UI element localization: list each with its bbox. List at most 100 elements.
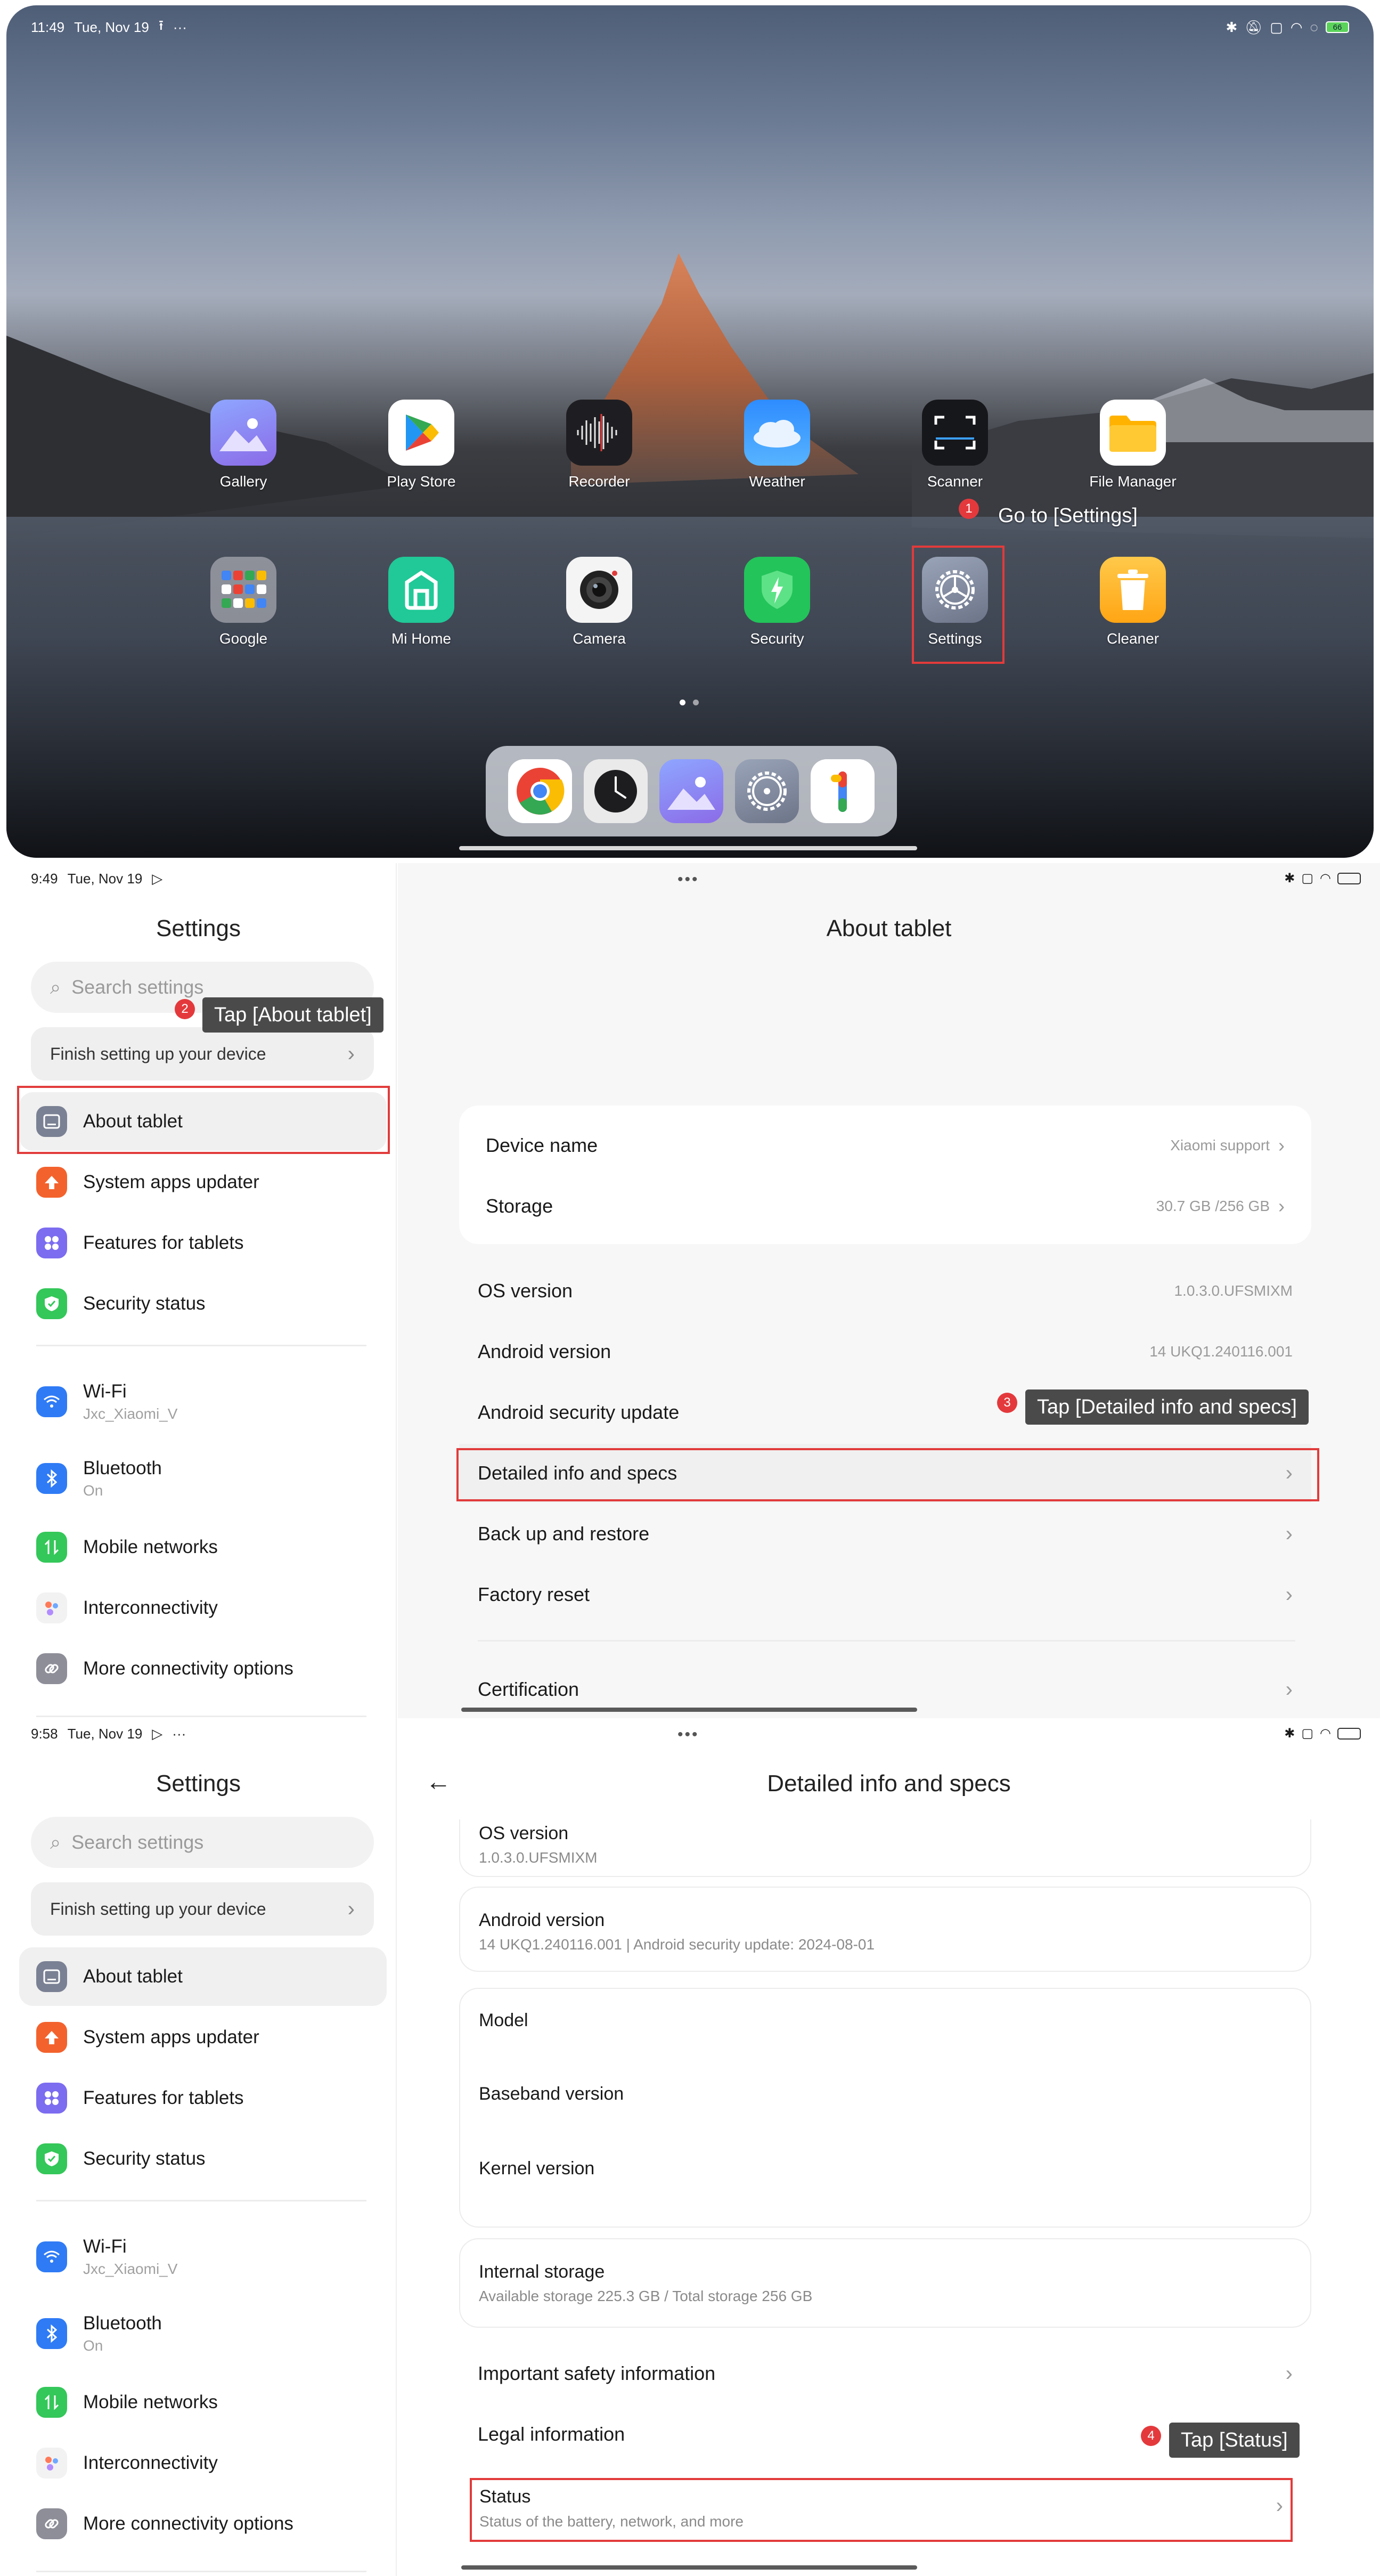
android-version-row[interactable]: Android version 14 UKQ1.240116.001 [459,1322,1311,1381]
sidebar-item-more-connectivity[interactable]: More connectivity options [19,1639,387,1698]
bluetooth-icon [36,2318,67,2349]
sidebar-item-mobile-networks[interactable]: Mobile networks [19,2373,387,2432]
sidebar-item-security-status[interactable]: Security status [19,2130,387,2188]
sidebar-item-bluetooth[interactable]: Bluetooth On [19,2304,387,2363]
window-handle-icon[interactable]: ••• [677,1726,699,1744]
battery-icon [1337,872,1361,884]
storage-row[interactable]: Storage 30.7 GB /256 GB › [459,1177,1311,1236]
home-indicator[interactable] [461,1708,917,1712]
app-security[interactable]: Security [724,557,830,647]
search-input[interactable]: ⌕ Search settings [31,1817,374,1868]
gallery-icon [210,400,276,466]
home-indicator[interactable] [461,2565,917,2570]
more-icon: ··· [173,19,187,35]
clock-icon[interactable] [584,759,648,823]
step-badge-2: 2 [175,999,195,1019]
google-folder-icon [210,557,276,623]
bluetooth-icon: ✱ [1284,1726,1295,1741]
model-row: Model [479,2010,528,2030]
sidebar-item-mobile-networks[interactable]: Mobile networks [19,1518,387,1577]
sidebar-item-features-for-tablets[interactable]: Features for tablets [19,2069,387,2127]
app-mi-home[interactable]: Mi Home [368,557,475,647]
chevron-right-icon: › [347,1042,355,1066]
chevron-right-icon: › [1285,1522,1293,1546]
sidebar-item-bluetooth[interactable]: Bluetooth On [19,1449,387,1508]
gallery-icon[interactable] [659,759,723,823]
sidebar-title: Settings [156,1770,241,1797]
finish-setup-banner[interactable]: Finish setting up your device › [31,1027,374,1080]
cast-icon: ▢ [1301,871,1314,885]
google-one-icon[interactable] [811,759,875,823]
play-protect-icon: ▷ [152,871,163,887]
arrow-up-icon [36,1167,67,1198]
app-camera[interactable]: Camera [546,557,652,647]
recorder-icon [566,400,632,466]
internal-storage-card: Internal storage Available storage 225.3… [459,2238,1311,2328]
file-manager-icon [1100,400,1166,466]
sidebar-item-more-connectivity[interactable]: More connectivity options [19,2494,387,2553]
baseband-row: Baseband version [479,2084,624,2104]
internal-storage-row: Internal storage Available storage 225.3… [479,2262,813,2304]
settings-about-screen: 9:49 Tue, Nov 19 ▷ Settings ⌕ Search set… [0,863,1380,1721]
home-indicator[interactable] [459,846,917,850]
wifi-icon [36,1386,67,1417]
highlight-detailed-info [456,1448,1319,1501]
finish-setup-banner[interactable]: Finish setting up your device › [31,1882,374,1936]
sidebar-item-system-apps-updater[interactable]: System apps updater [19,1153,387,1212]
chevron-right-icon: › [1285,2361,1293,2385]
tablet-icon [36,1961,67,1992]
os-version-row: OS version 1.0.3.0.UFSMIXM [479,1823,598,1866]
step-tip-2: Tap [About tablet] [202,997,383,1033]
shield-check-icon [36,1288,67,1319]
settings-icon[interactable] [735,759,799,823]
app-cleaner[interactable]: Cleaner [1080,557,1186,647]
status-time: 11:49 [31,19,65,35]
sidebar-item-about-tablet[interactable]: About tablet [19,1947,387,2006]
app-gallery[interactable]: Gallery [190,400,297,490]
backup-restore-row[interactable]: Back up and restore › [459,1505,1311,1563]
dock [486,746,897,836]
link-icon [36,2508,67,2539]
app-file-manager[interactable]: File Manager [1080,400,1186,490]
os-version-card: OS version 1.0.3.0.UFSMIXM [459,1819,1311,1877]
factory-reset-row[interactable]: Factory reset › [459,1565,1311,1624]
sidebar-item-interconnectivity[interactable]: Interconnectivity [19,2434,387,2492]
status-time: 9:58 [31,1726,58,1742]
sidebar-divider [36,2200,366,2201]
highlight-settings-app [912,546,1005,664]
device-name-row[interactable]: Device name Xiaomi support › [459,1116,1311,1175]
status-date: Tue, Nov 19 [67,1726,143,1742]
sidebar-item-wifi[interactable]: Wi-Fi Jxc_Xiaomi_V [19,1372,387,1431]
wifi-icon [36,2241,67,2272]
sidebar-item-wifi[interactable]: Wi-Fi Jxc_Xiaomi_V [19,2228,387,2286]
step-badge-3: 3 [997,1393,1017,1413]
wifi-icon: ◠ [1290,19,1303,35]
detailed-info-pane: ••• ✱ ▢ ◠ ← Detailed info and specs OS v… [398,1718,1380,2576]
sidebar-item-system-apps-updater[interactable]: System apps updater [19,2008,387,2067]
step-tip-4: Tap [Status] [1169,2423,1300,2458]
finish-setup-label: Finish setting up your device [50,1899,266,1919]
app-scanner[interactable]: Scanner [902,400,1008,490]
window-handle-icon[interactable]: ••• [677,871,699,889]
upload-icon: ⭱ [158,17,164,33]
home-screen: 11:49 Tue, Nov 19 ⭱ ··· ✱ 🔕︎ ▢ ◠ ◌ 66 Ga… [6,5,1374,858]
battery-icon: 66 [1326,21,1349,33]
os-version-row[interactable]: OS version 1.0.3.0.UFSMIXM [459,1262,1311,1320]
app-play-store[interactable]: Play Store [368,400,475,490]
chrome-icon[interactable] [508,759,572,823]
sidebar-item-security-status[interactable]: Security status [19,1274,387,1333]
app-recorder[interactable]: Recorder [546,400,652,490]
security-icon [744,557,810,623]
step-badge-1: 1 [959,499,979,519]
search-placeholder: Search settings [71,976,204,998]
highlight-status [470,2478,1293,2542]
bluetooth-icon [36,1463,67,1494]
sidebar-item-features-for-tablets[interactable]: Features for tablets [19,1214,387,1272]
safety-info-row[interactable]: Important safety information › [459,2344,1311,2403]
sidebar-item-interconnectivity[interactable]: Interconnectivity [19,1579,387,1637]
link-icon [36,1653,67,1684]
search-placeholder: Search settings [71,1831,204,1853]
app-google-folder[interactable]: Google [190,557,297,647]
app-weather[interactable]: Weather [724,400,830,490]
section-divider [478,1640,1295,1642]
